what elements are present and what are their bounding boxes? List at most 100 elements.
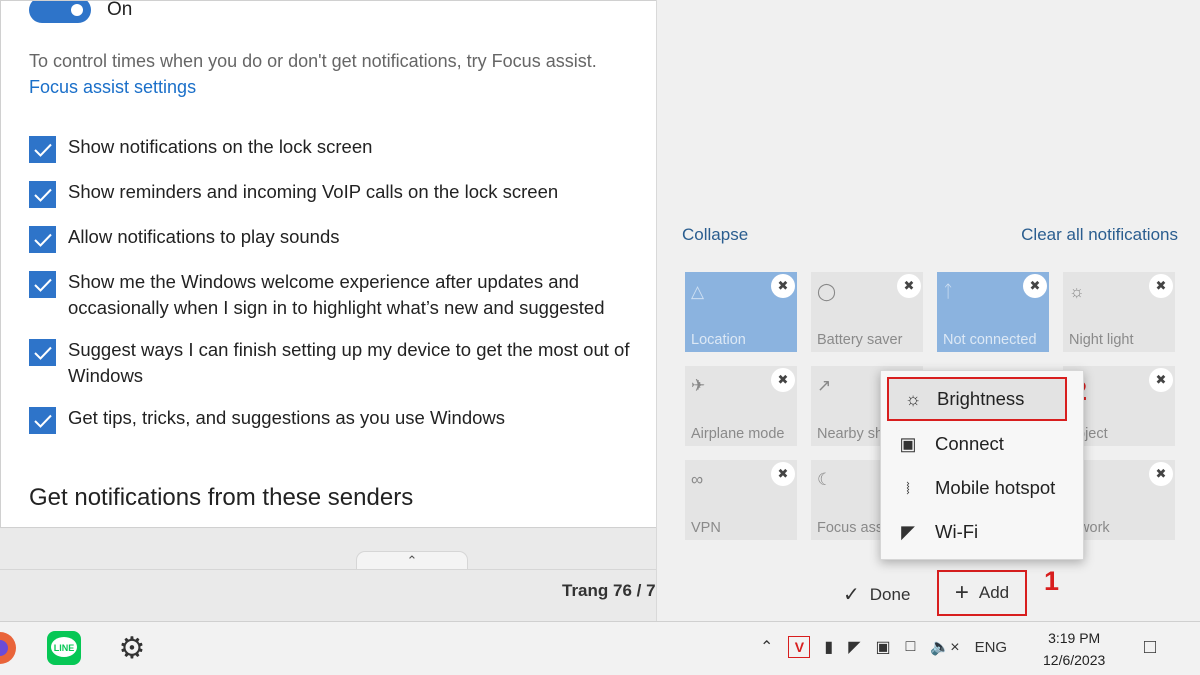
senders-heading: Get notifications from these senders <box>29 484 414 511</box>
option-label: Allow notifications to play sounds <box>68 226 340 247</box>
line-app-icon[interactable]: LINE <box>46 630 82 666</box>
clock-date: 12/6/2023 <box>1043 652 1106 668</box>
menu-item-mobile-hotspot[interactable]: ⧘ Mobile hotspot <box>881 466 1085 510</box>
checkbox-checked-icon[interactable] <box>29 181 56 208</box>
battery-icon[interactable]: ▮ <box>824 637 833 657</box>
notification-options-list: Show notifications on the lock screen Sh… <box>29 134 649 450</box>
quick-action-vpn[interactable]: ∞ ✖ VPN <box>685 460 797 540</box>
tile-label: Battery saver <box>817 332 903 348</box>
line-app-label: LINE <box>54 643 75 653</box>
wifi-tray-icon[interactable]: ◤ <box>848 637 860 657</box>
done-label: Done <box>869 584 911 604</box>
scroll-up-tab[interactable]: ⌃ <box>356 551 468 569</box>
done-button[interactable]: ✓ Done <box>843 582 910 607</box>
option-label: Get tips, tricks, and suggestions as you… <box>68 407 506 428</box>
location-icon: △ <box>691 282 705 301</box>
brightness-icon: ☼ <box>904 388 922 409</box>
volume-muted-icon[interactable]: 🔈× <box>930 637 959 657</box>
unpin-icon[interactable]: ✖ <box>897 274 921 298</box>
document-status-strip: ⌃ Trang 76 / 7 <box>0 529 656 621</box>
quick-action-bluetooth[interactable]: ᛏ ✖ Not connected <box>937 272 1049 352</box>
tile-label: Focus ass <box>817 520 884 536</box>
mobile-hotspot-icon: ⧘ <box>906 477 910 498</box>
checkbox-checked-icon[interactable] <box>29 226 56 253</box>
quick-action-location[interactable]: △ ✖ Location <box>685 272 797 352</box>
tile-label: Nearby sh <box>817 426 884 442</box>
option-tips-tricks[interactable]: Get tips, tricks, and suggestions as you… <box>29 405 649 434</box>
notifications-toggle[interactable] <box>29 1 91 23</box>
menu-item-connect[interactable]: ▣ Connect <box>881 422 1085 466</box>
unpin-icon[interactable]: ✖ <box>771 462 795 486</box>
phone-link-icon[interactable]: ▣ <box>876 637 891 657</box>
add-label: Add <box>978 583 1010 602</box>
clock-time: 3:19 PM <box>1048 630 1101 646</box>
quick-action-airplane-mode[interactable]: ✈ ✖ Airplane mode <box>685 366 797 446</box>
nearby-sharing-icon: ↗ <box>817 376 832 395</box>
unpin-icon[interactable]: ✖ <box>1149 368 1173 392</box>
clock[interactable]: 3:19 PM 12/6/2023 <box>1043 627 1105 671</box>
quick-action-night-light[interactable]: ☼ ✖ Night light <box>1063 272 1175 352</box>
system-tray: ⌃ V ▮ ◤ ▣ □ 🔈× ENG <box>760 636 1021 658</box>
tile-label: Night light <box>1069 332 1134 348</box>
menu-item-brightness[interactable]: ☼ Brightness <box>887 377 1067 421</box>
option-label: Show notifications on the lock screen <box>68 136 373 157</box>
checkbox-checked-icon[interactable] <box>29 136 56 163</box>
option-lock-screen[interactable]: Show notifications on the lock screen <box>29 134 649 163</box>
menu-item-label: Connect <box>935 433 1004 454</box>
tile-label: Location <box>691 332 746 348</box>
clear-all-notifications-link[interactable]: Clear all notifications <box>1021 225 1178 245</box>
option-label: Show reminders and incoming VoIP calls o… <box>68 181 559 202</box>
option-play-sounds[interactable]: Allow notifications to play sounds <box>29 224 649 253</box>
page-indicator: Trang 76 / 7 <box>562 581 656 600</box>
show-hidden-icons-chevron-icon[interactable]: ⌃ <box>760 637 773 657</box>
chevron-up-icon: ⌃ <box>406 553 418 568</box>
quick-action-battery-saver[interactable]: ◯ ✖ Battery saver <box>811 272 923 352</box>
checkbox-checked-icon[interactable] <box>29 407 56 434</box>
connect-icon: ▣ <box>899 433 917 454</box>
option-welcome-experience[interactable]: Show me the Windows welcome experience a… <box>29 269 649 321</box>
menu-item-label: Wi-Fi <box>935 521 979 542</box>
add-button[interactable]: + Add <box>937 570 1027 616</box>
night-light-icon: ☼ <box>1069 282 1085 301</box>
unpin-icon[interactable]: ✖ <box>1149 274 1173 298</box>
checkbox-checked-icon[interactable] <box>29 339 56 366</box>
taskbar: LINE ⚙ ⌃ V ▮ ◤ ▣ □ 🔈× ENG 3:19 PM 12/6/2… <box>0 621 1200 675</box>
option-finish-setup[interactable]: Suggest ways I can finish setting up my … <box>29 337 649 389</box>
taskbar-app-icon[interactable] <box>0 630 18 666</box>
wifi-icon: ◤ <box>901 521 915 542</box>
checkmark-icon: ✓ <box>843 584 860 606</box>
unpin-icon[interactable]: ✖ <box>1149 462 1173 486</box>
vietkey-tray-icon[interactable]: V <box>788 636 811 658</box>
tile-label: Not connected <box>943 332 1037 348</box>
tile-label: Airplane mode <box>691 426 785 442</box>
bluetooth-icon: ᛏ <box>943 282 954 301</box>
battery-saver-icon: ◯ <box>817 282 837 301</box>
unpin-icon[interactable]: ✖ <box>771 368 795 392</box>
vpn-icon: ∞ <box>691 470 704 489</box>
unpin-icon[interactable]: ✖ <box>771 274 795 298</box>
checkbox-checked-icon[interactable] <box>29 271 56 298</box>
focus-assist-icon: ☾ <box>817 470 833 489</box>
option-label: Show me the Windows welcome experience a… <box>68 271 605 318</box>
option-label: Suggest ways I can finish setting up my … <box>68 339 630 386</box>
tile-label: VPN <box>691 520 721 536</box>
meet-now-icon[interactable]: □ <box>906 638 916 656</box>
divider <box>0 569 656 570</box>
notification-settings-pane: On To control times when you do or don't… <box>0 0 656 528</box>
step-1-callout: 1 <box>1044 566 1060 596</box>
settings-gear-icon[interactable]: ⚙ <box>114 630 150 666</box>
language-indicator[interactable]: ENG <box>975 639 1008 656</box>
unpin-icon[interactable]: ✖ <box>1023 274 1047 298</box>
plus-icon: + <box>954 579 969 606</box>
notifications-icon[interactable]: □ <box>1144 636 1156 659</box>
toggle-label: On <box>107 0 133 20</box>
menu-item-label: Brightness <box>937 388 1025 409</box>
menu-item-label: Mobile hotspot <box>935 477 1056 498</box>
add-quick-action-menu: ☼ Brightness ▣ Connect ⧘ Mobile hotspot … <box>880 370 1084 560</box>
focus-assist-hint: To control times when you do or don't ge… <box>29 51 597 71</box>
collapse-link[interactable]: Collapse <box>682 225 748 245</box>
option-voip-reminders[interactable]: Show reminders and incoming VoIP calls o… <box>29 179 649 208</box>
focus-assist-settings-link[interactable]: Focus assist settings <box>29 77 196 98</box>
notifications-toggle-row: On <box>29 0 133 23</box>
menu-item-wifi[interactable]: ◤ Wi-Fi <box>881 510 1085 554</box>
